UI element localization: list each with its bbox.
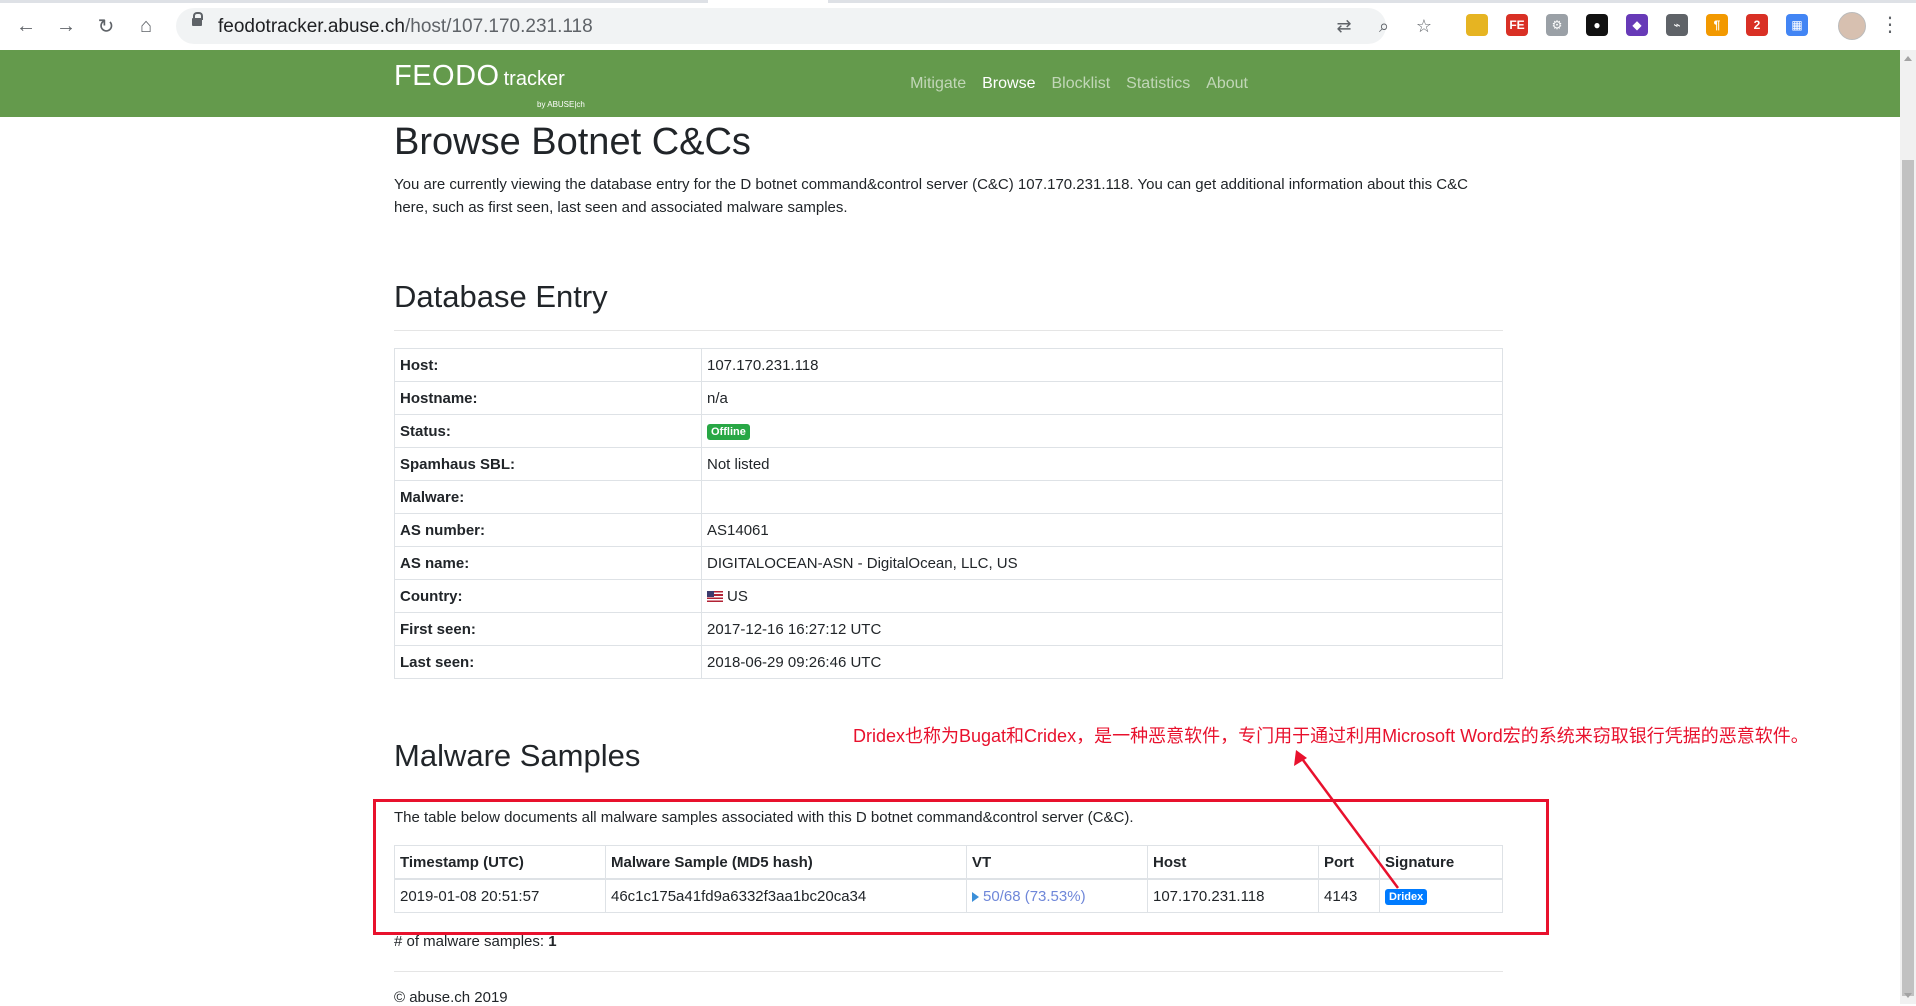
nav-link-mitigate[interactable]: Mitigate: [910, 75, 966, 93]
lock-icon[interactable]: [192, 12, 203, 26]
annotation-text: Dridex也称为Bugat和Cridex，是一种恶意软件，专门用于通过利用Mi…: [853, 726, 1809, 746]
ext-icon-1[interactable]: [1466, 14, 1488, 36]
row-value-hostname: n/a: [701, 381, 1503, 415]
intro-text: You are currently viewing the database e…: [394, 176, 1468, 216]
row-key: First seen:: [394, 612, 702, 646]
logo-by-abuse: by ABUSE|ch: [537, 100, 585, 109]
scroll-down-arrow-icon[interactable]: [1904, 993, 1912, 998]
ext-icon-chart[interactable]: ⌁: [1666, 14, 1688, 36]
row-value-as-number: AS14061: [701, 513, 1503, 547]
back-arrow-icon[interactable]: ←: [12, 12, 40, 40]
address-bar[interactable]: feodotracker.abuse.ch/host/107.170.231.1…: [176, 8, 1432, 44]
url-host: feodotracker.abuse.ch: [218, 16, 405, 37]
nav-link-about[interactable]: About: [1206, 75, 1248, 93]
scrollbar-thumb[interactable]: [1902, 160, 1914, 996]
row-key: Malware:: [394, 480, 702, 514]
ext-icon-fe[interactable]: FE: [1506, 14, 1528, 36]
us-flag-icon: [707, 590, 723, 602]
sample-count-value: 1: [548, 933, 557, 950]
row-value-status: Offline: [701, 414, 1503, 448]
bookmark-star-icon[interactable]: ☆: [1412, 14, 1436, 38]
row-key: Hostname:: [394, 381, 702, 415]
tab-strip: [0, 0, 1916, 3]
site-logo[interactable]: FEODO tracker by ABUSE|ch: [394, 60, 585, 109]
annotation-arrow-head: [1294, 750, 1307, 766]
ext-icon-pilcrow[interactable]: ¶: [1706, 14, 1728, 36]
ext-icon-cube[interactable]: ◆: [1626, 14, 1648, 36]
table-row: First seen: 2017-12-16 16:27:12 UTC: [394, 612, 1503, 646]
active-tab[interactable]: [708, 0, 828, 3]
url-text[interactable]: feodotracker.abuse.ch/host/107.170.231.1…: [218, 16, 593, 38]
divider: [394, 330, 1503, 331]
nav-link-statistics[interactable]: Statistics: [1126, 75, 1190, 93]
row-value-country: US: [701, 579, 1503, 613]
malware-samples-heading: Malware Samples: [394, 738, 641, 773]
page-scrollbar[interactable]: [1900, 50, 1916, 1004]
database-entry-heading: Database Entry: [394, 279, 608, 314]
ext-icon-badge[interactable]: 2: [1746, 14, 1768, 36]
table-row: AS name: DIGITALOCEAN-ASN - DigitalOcean,…: [394, 546, 1503, 580]
ext-icon-gear[interactable]: ⚙: [1546, 14, 1568, 36]
table-row: Last seen: 2018-06-29 09:26:46 UTC: [394, 645, 1503, 679]
profile-avatar[interactable]: [1838, 12, 1866, 40]
annotation-highlight-box: [373, 799, 1549, 935]
row-key: Spamhaus SBL:: [394, 447, 702, 481]
row-value-malware: [701, 480, 1503, 514]
logo-tracker: tracker: [503, 68, 565, 90]
row-value-sbl: Not listed: [701, 447, 1503, 481]
row-key: AS name:: [394, 546, 702, 580]
translate-icon[interactable]: ⇄: [1332, 14, 1356, 38]
footer-copyright: © abuse.ch 2019: [394, 989, 508, 1006]
country-code: US: [727, 587, 748, 605]
forward-arrow-icon[interactable]: →: [52, 12, 80, 40]
database-entry-table: Host: 107.170.231.118 Hostname: n/a Status…: [394, 348, 1503, 679]
table-row: Spamhaus SBL: Not listed: [394, 447, 1503, 481]
row-value-first-seen: 2017-12-16 16:27:12 UTC: [701, 612, 1503, 646]
logo-feodo: FEODO: [394, 60, 500, 92]
table-row: Status: Offline: [394, 414, 1503, 448]
row-value-as-name: DIGITALOCEAN-ASN - DigitalOcean, LLC, US: [701, 546, 1503, 580]
row-key: Status:: [394, 414, 702, 448]
row-key: AS number:: [394, 513, 702, 547]
table-row: Hostname: n/a: [394, 381, 1503, 415]
ext-icon-grid[interactable]: ▦: [1786, 14, 1808, 36]
reload-icon[interactable]: ↻: [92, 12, 120, 40]
sample-count-label: # of malware samples:: [394, 933, 545, 950]
ext-icon-circle[interactable]: ●: [1586, 14, 1608, 36]
site-navbar: FEODO tracker by ABUSE|ch Mitigate Browse…: [0, 50, 1900, 117]
table-row: AS number: AS14061: [394, 513, 1503, 547]
row-value-host: 107.170.231.118: [701, 348, 1503, 382]
table-row: Country: US: [394, 579, 1503, 613]
row-key: Country:: [394, 579, 702, 613]
row-key: Host:: [394, 348, 702, 382]
status-badge: Offline: [707, 424, 750, 440]
nav-link-blocklist[interactable]: Blocklist: [1051, 75, 1110, 93]
zoom-icon[interactable]: ⌕: [1372, 14, 1396, 38]
footer-divider: [394, 971, 1503, 972]
browser-toolbar: ← → ↻ ⌂ feodotracker.abuse.ch/host/107.1…: [0, 0, 1916, 50]
url-path: /host/107.170.231.118: [404, 16, 593, 37]
table-row: Malware:: [394, 480, 1503, 514]
row-value-last-seen: 2018-06-29 09:26:46 UTC: [701, 645, 1503, 679]
row-key: Last seen:: [394, 645, 702, 679]
browser-menu-icon[interactable]: ⋮: [1880, 12, 1900, 38]
home-icon[interactable]: ⌂: [132, 12, 160, 40]
scroll-up-arrow-icon[interactable]: [1904, 56, 1912, 61]
sample-count: # of malware samples: 1: [394, 933, 557, 950]
page-title: Browse Botnet C&Cs: [394, 121, 751, 163]
nav-links: Mitigate Browse Blocklist Statistics Abo…: [910, 75, 1248, 93]
table-row: Host: 107.170.231.118: [394, 348, 1503, 382]
nav-link-browse[interactable]: Browse: [982, 75, 1035, 93]
